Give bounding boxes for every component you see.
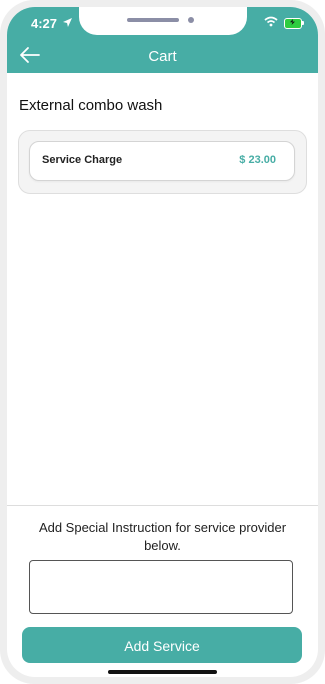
service-charge-price: $ 23.00 <box>239 154 276 166</box>
home-indicator[interactable] <box>108 670 217 674</box>
page-title: Cart <box>148 48 177 65</box>
add-service-button[interactable]: Add Service <box>22 627 302 663</box>
app-screen: 4:27 Cart External combo wash Service Ch… <box>7 7 318 677</box>
service-charge-label: Service Charge <box>42 154 123 166</box>
service-name: External combo wash <box>19 97 163 114</box>
header-bar: 4:27 Cart <box>7 7 318 73</box>
status-time: 4:27 <box>31 16 58 31</box>
phone-frame: 4:27 Cart External combo wash Service Ch… <box>0 0 325 684</box>
special-instruction-label: Add Special Instruction for service prov… <box>38 520 287 553</box>
service-charge-row: Service Charge $ 23.00 <box>29 141 295 181</box>
speaker-grill <box>127 18 179 22</box>
special-instruction-input[interactable] <box>29 560 293 614</box>
wifi-icon <box>264 16 278 27</box>
service-card: Service Charge $ 23.00 <box>18 130 307 194</box>
device-notch <box>79 7 247 35</box>
battery-icon <box>284 18 302 29</box>
camera-dot <box>188 17 194 23</box>
section-divider <box>7 505 318 506</box>
battery-tip <box>302 21 304 25</box>
location-arrow-icon <box>63 18 72 27</box>
